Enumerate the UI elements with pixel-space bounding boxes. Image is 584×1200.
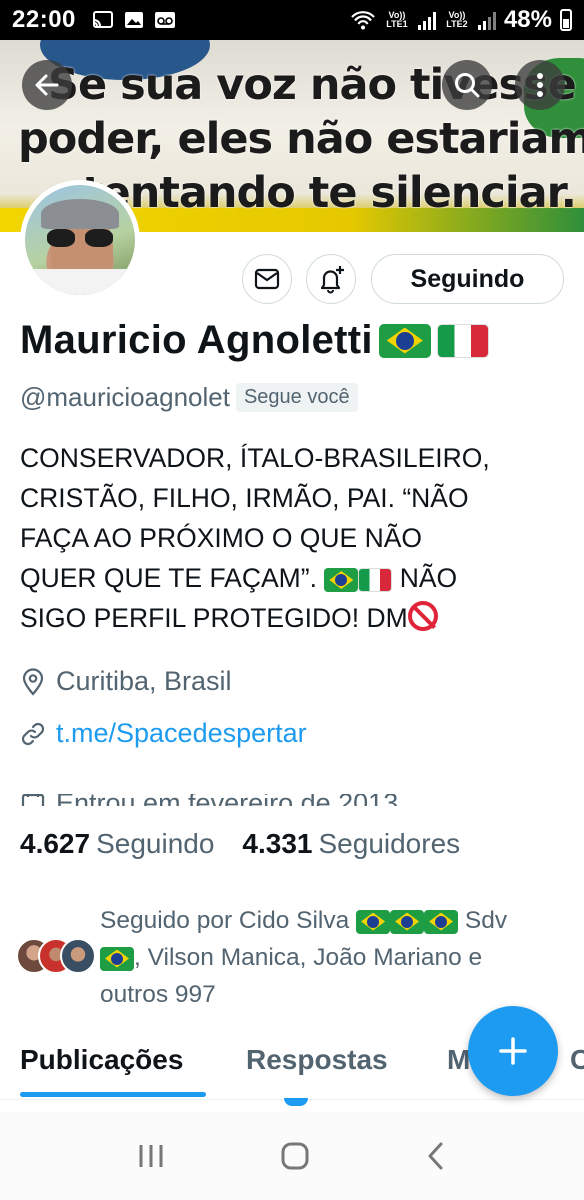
- follower-avatars: [16, 937, 96, 978]
- bio-line: CONSERVADOR, ÍTALO-BRASILEIRO,: [20, 443, 490, 473]
- brazil-flag-icon: [324, 568, 359, 592]
- following-label: Seguindo: [96, 828, 215, 859]
- more-vertical-icon: [537, 73, 543, 97]
- followers-count: 4.331: [242, 828, 313, 859]
- bio-line: CRISTÃO, FILHO, IRMÃO, PAI. “NÃO: [20, 483, 469, 513]
- more-button[interactable]: [515, 60, 565, 110]
- message-button[interactable]: [242, 254, 292, 304]
- following-button[interactable]: Seguindo: [371, 254, 564, 304]
- link-icon: [21, 722, 45, 745]
- banner-line: poder, eles não estariam: [18, 114, 584, 164]
- bio-line: FAÇA AO PRÓXIMO O QUE NÃO: [20, 523, 423, 553]
- followers-label: Seguidores: [318, 828, 461, 859]
- avatar: [60, 937, 96, 974]
- active-tab-indicator: [20, 1092, 206, 1097]
- brazil-flag-icon: [356, 909, 391, 934]
- brazil-flag-icon: [424, 909, 459, 934]
- bio-line: QUER QUE TE FAÇAM”. NÃO: [20, 558, 568, 598]
- location-row: Curitiba, Brasil: [20, 666, 232, 697]
- bio-line: SIGO PERFIL PROTEGIDO! DM: [20, 598, 568, 638]
- status-time: 22:00: [12, 6, 76, 33]
- home-icon[interactable]: [279, 1140, 311, 1172]
- brazil-flag-icon: [390, 909, 425, 934]
- italy-flag-icon: [436, 323, 489, 358]
- handle-row: @mauricioagnolet Segue você: [20, 382, 358, 413]
- compose-button[interactable]: [468, 1006, 558, 1096]
- prohibited-icon: [407, 601, 438, 631]
- arrow-left-icon: [35, 74, 59, 96]
- mail-icon: [254, 268, 280, 290]
- recent-apps-icon[interactable]: [136, 1142, 166, 1170]
- search-icon: [455, 73, 480, 98]
- tab-more[interactable]: C: [570, 1044, 584, 1076]
- followed-by-prefix: Seguido por Cido Silva: [100, 907, 350, 934]
- cast-icon: [92, 11, 113, 28]
- battery-icon: [560, 9, 572, 31]
- bell-plus-icon: [320, 266, 344, 294]
- status-right: Vo)) LTE1 Vo)) LTE2 48%: [350, 6, 572, 34]
- lte1-indicator: Vo)) LTE1: [386, 10, 408, 29]
- notifications-button[interactable]: [306, 254, 356, 304]
- display-name: Mauricio Agnoletti: [20, 318, 373, 362]
- lte2-indicator: Vo)) LTE2: [446, 10, 468, 29]
- tab-posts[interactable]: Publicações: [20, 1044, 183, 1076]
- signal-icon: [477, 10, 496, 30]
- tab-replies[interactable]: Respostas: [246, 1044, 388, 1076]
- notification-icons: [92, 10, 176, 30]
- follow-stats: 4.627 Seguindo 4.331 Seguidores: [20, 828, 460, 860]
- bio: CONSERVADOR, ÍTALO-BRASILEIRO, CRISTÃO, …: [20, 438, 568, 638]
- plus-icon: [499, 1037, 527, 1065]
- banner-line: Se sua voz não tivesse: [48, 60, 577, 110]
- followed-by-suffix: Sdv: [464, 907, 508, 934]
- followers-stat[interactable]: 4.331 Seguidores: [242, 828, 460, 860]
- calendar-icon: [21, 794, 45, 806]
- avatar[interactable]: [20, 180, 140, 300]
- avatar-shirt: [25, 269, 135, 295]
- followed-by[interactable]: Seguido por Cido Silva Sdv , Vilson Mani…: [16, 902, 556, 1013]
- following-count: 4.627: [20, 828, 91, 859]
- website-link[interactable]: t.me/Spacedespertar: [20, 718, 307, 749]
- brazil-flag-icon: [100, 946, 134, 971]
- avatar-glasses: [47, 229, 117, 249]
- followed-by-line3: outros 997: [100, 981, 216, 1008]
- brazil-flag-icon: [378, 323, 431, 358]
- user-handle: @mauricioagnolet: [20, 382, 230, 412]
- image-icon: [124, 12, 143, 28]
- location-pin-icon: [22, 667, 44, 696]
- joined-text: Entrou em fevereiro de 2013: [56, 794, 398, 806]
- search-button[interactable]: [442, 60, 492, 110]
- follows-you-badge: Segue você: [235, 383, 358, 412]
- back-icon[interactable]: [424, 1141, 448, 1171]
- avatar-cap: [41, 199, 119, 229]
- following-stat[interactable]: 4.627 Seguindo: [20, 828, 214, 860]
- bio-text: SIGO PERFIL PROTEGIDO! DM: [20, 603, 408, 633]
- joined-row: Entrou em fevereiro de 2013: [20, 794, 398, 806]
- followed-by-text: Seguido por Cido Silva Sdv , Vilson Mani…: [100, 902, 507, 1013]
- name-row: Mauricio Agnoletti: [20, 318, 489, 363]
- signal-icon: [417, 10, 436, 30]
- system-nav-bar: [0, 1112, 584, 1200]
- refresh-indicator: [284, 1098, 308, 1106]
- voicemail-icon: [154, 12, 175, 28]
- status-bar: 22:00 Vo)) LTE1 Vo)) LTE2 48%: [0, 0, 584, 40]
- italy-flag-icon: [358, 568, 393, 592]
- link-text[interactable]: t.me/Spacedespertar: [56, 718, 307, 749]
- tab-media[interactable]: M: [447, 1044, 470, 1076]
- wifi-icon: [351, 11, 375, 30]
- bio-text: QUER QUE TE FAÇAM”.: [20, 563, 317, 593]
- back-button[interactable]: [22, 60, 72, 110]
- followed-by-line2: , Vilson Manica, João Mariano e: [134, 944, 483, 971]
- location-text: Curitiba, Brasil: [56, 666, 232, 696]
- bio-text: NÃO: [399, 563, 458, 593]
- battery-percent: 48%: [503, 6, 552, 33]
